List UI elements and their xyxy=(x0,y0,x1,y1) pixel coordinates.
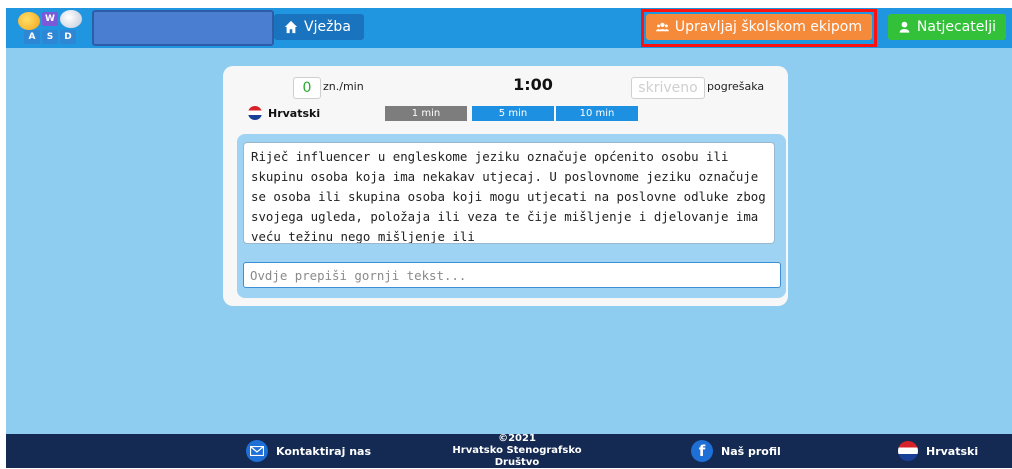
home-icon xyxy=(284,20,298,34)
logo-key-d: D xyxy=(60,30,76,44)
wasd-logo[interactable]: W A S D xyxy=(16,10,92,46)
errors-label: pogrešaka xyxy=(707,80,765,93)
facebook-profile-link[interactable]: f Naš profil xyxy=(691,434,781,468)
speed-unit-label: zn./min xyxy=(323,80,364,93)
logo-key-w: W xyxy=(42,12,58,26)
footer-language-selector[interactable]: Hrvatski xyxy=(898,434,978,468)
source-text: Riječ influencer u engleskome jeziku ozn… xyxy=(243,142,775,244)
logo-star-icon xyxy=(18,12,40,30)
exercise-label: Vježba xyxy=(304,19,351,35)
logo-key-a: A xyxy=(24,30,40,44)
language-selector[interactable]: Hrvatski xyxy=(248,106,320,120)
competitors-button[interactable]: Natjecatelji xyxy=(888,14,1006,40)
user-name-field[interactable] xyxy=(92,10,274,46)
text-panel: Riječ influencer u engleskome jeziku ozn… xyxy=(237,134,786,298)
duration-10min-button[interactable]: 10 min xyxy=(556,106,638,121)
manage-school-team-button[interactable]: Upravljaj školskom ekipom xyxy=(646,14,872,40)
manage-school-team-label: Upravljaj školskom ekipom xyxy=(674,19,862,35)
footer: Kontaktiraj nas ©2021 Hrvatsko Stenograf… xyxy=(6,433,1012,468)
users-icon xyxy=(656,22,669,32)
croatia-flag-icon xyxy=(898,441,918,461)
copyright-year: ©2021 xyxy=(498,433,536,444)
facebook-icon: f xyxy=(691,440,713,462)
errors-value: skriveno xyxy=(631,77,705,99)
user-icon xyxy=(899,21,910,33)
language-label: Hrvatski xyxy=(268,106,321,120)
footer-language-label: Hrvatski xyxy=(926,444,979,458)
copyright: ©2021 Hrvatsko Stenografsko Društvo xyxy=(442,433,592,468)
contact-label: Kontaktiraj nas xyxy=(276,444,371,458)
logo-star-icon xyxy=(60,10,82,28)
croatia-flag-icon xyxy=(248,106,262,120)
logo-key-s: S xyxy=(42,30,58,44)
app-root: W A S D Vježba Upravljaj školskom ekipom… xyxy=(6,8,1012,468)
speed-value: 0 xyxy=(293,77,321,99)
top-navigation-bar: W A S D Vježba Upravljaj školskom ekipom… xyxy=(6,8,1012,48)
duration-5min-button[interactable]: 5 min xyxy=(472,106,554,121)
profile-label: Naš profil xyxy=(721,444,781,458)
exercise-button[interactable]: Vježba xyxy=(274,14,364,40)
typing-input[interactable] xyxy=(243,262,781,288)
contact-link[interactable]: Kontaktiraj nas xyxy=(246,434,371,468)
countdown-timer: 1:00 xyxy=(513,75,553,94)
typing-test-card: 0 zn./min 1:00 skriveno pogrešaka Hrvats… xyxy=(223,66,788,306)
competitors-label: Natjecatelji xyxy=(916,19,996,35)
copyright-org: Hrvatsko Stenografsko Društvo xyxy=(452,445,582,468)
mail-icon xyxy=(246,440,268,462)
duration-1min-button[interactable]: 1 min xyxy=(385,106,467,121)
